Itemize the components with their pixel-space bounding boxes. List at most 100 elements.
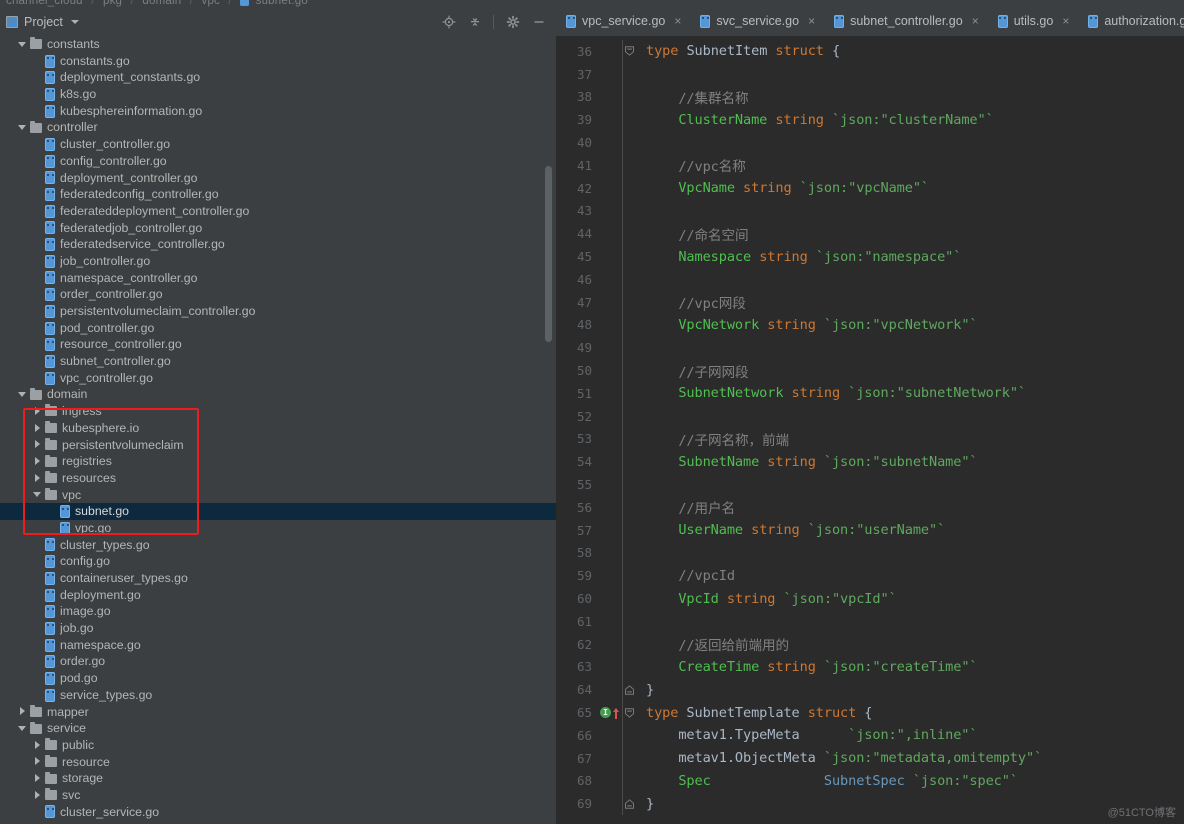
tree-file-deployment-controller-go[interactable]: deployment_controller.go	[0, 170, 556, 187]
breadcrumb-seg-0[interactable]: channel_cloud	[6, 0, 83, 7]
tree-file-config-controller-go[interactable]: config_controller.go	[0, 153, 556, 170]
code-line[interactable]: 45 Namespace string `json:"namespace"`	[556, 245, 1184, 268]
code-line[interactable]: 66 metav1.TypeMeta `json:",inline"`	[556, 723, 1184, 747]
project-tree-scrollbar[interactable]	[545, 166, 552, 342]
fold-gutter[interactable]	[622, 746, 637, 770]
fold-gutter[interactable]	[622, 85, 637, 109]
gutter-markers[interactable]	[600, 542, 622, 565]
gutter-markers[interactable]	[600, 747, 622, 770]
breadcrumb-file[interactable]: subnet.go	[256, 0, 308, 7]
tree-file-order-go[interactable]: order.go	[0, 653, 556, 670]
editor-tab[interactable]: utils.go ×	[987, 8, 1079, 36]
code-line[interactable]: 41 //vpc名称	[556, 153, 1184, 177]
gutter-markers[interactable]	[600, 359, 622, 382]
settings-gear-icon[interactable]	[505, 15, 520, 30]
gutter-markers[interactable]	[600, 108, 622, 131]
code-line[interactable]: 68 Spec SubnetSpec `json:"spec"`	[556, 769, 1184, 793]
code-line[interactable]: 63 CreateTime string `json:"createTime"`	[556, 655, 1184, 679]
gutter-markers[interactable]	[600, 792, 622, 815]
override-marker[interactable]: I	[600, 707, 620, 719]
fold-gutter[interactable]	[622, 541, 637, 565]
hide-panel-icon[interactable]	[531, 15, 546, 30]
gutter-markers[interactable]	[600, 678, 622, 701]
code-line[interactable]: 36 type SubnetItem struct {	[556, 40, 1184, 63]
fold-gutter[interactable]	[622, 153, 637, 177]
tree-file-k8s-go[interactable]: k8s.go	[0, 86, 556, 103]
tree-file-order-controller-go[interactable]: order_controller.go	[0, 286, 556, 303]
fold-gutter[interactable]	[622, 359, 637, 382]
chevron-down-icon[interactable]	[33, 490, 42, 499]
tree-folder-storage[interactable]: storage	[0, 770, 556, 787]
fold-gutter[interactable]	[622, 655, 637, 679]
tree-file-pod-go[interactable]: pod.go	[0, 670, 556, 687]
code-line[interactable]: 46	[556, 267, 1184, 291]
fold-gutter[interactable]	[622, 313, 637, 337]
gutter-markers[interactable]	[600, 222, 622, 245]
fold-gutter[interactable]	[622, 792, 637, 816]
tree-file-subnet-controller-go[interactable]: subnet_controller.go	[0, 353, 556, 370]
code-line[interactable]: 43	[556, 199, 1184, 223]
tree-file-persistentvolumeclaim-controller-go[interactable]: persistentvolumeclaim_controller.go	[0, 303, 556, 320]
code-line[interactable]: 59 //vpcId	[556, 564, 1184, 588]
fold-expand-icon[interactable]	[624, 684, 635, 695]
tree-file-federatedjob-controller-go[interactable]: federatedjob_controller.go	[0, 220, 556, 237]
tree-file-kubesphereinformation-go[interactable]: kubesphereinformation.go	[0, 103, 556, 120]
tree-file-vpc-controller-go[interactable]: vpc_controller.go	[0, 370, 556, 387]
gutter-markers[interactable]: I	[600, 701, 622, 724]
fold-gutter[interactable]	[622, 632, 637, 656]
fold-gutter[interactable]	[622, 62, 637, 86]
code-line[interactable]: 44 //命名空间	[556, 222, 1184, 246]
code-line[interactable]: 42 VpcName string `json:"vpcName"`	[556, 176, 1184, 200]
tree-file-config-go[interactable]: config.go	[0, 553, 556, 570]
code-line[interactable]: 65 Itype SubnetTemplate struct {	[556, 701, 1184, 724]
fold-gutter[interactable]	[622, 404, 637, 428]
gutter-markers[interactable]	[600, 473, 622, 496]
tree-file-federatedservice-controller-go[interactable]: federatedservice_controller.go	[0, 236, 556, 253]
fold-gutter[interactable]	[622, 176, 637, 200]
implemented-interface-icon[interactable]: I	[600, 707, 611, 718]
fold-collapse-icon[interactable]	[624, 46, 635, 57]
tree-file-deployment-go[interactable]: deployment.go	[0, 587, 556, 604]
chevron-down-icon[interactable]	[70, 20, 79, 24]
chevron-right-icon[interactable]	[18, 707, 27, 716]
close-icon[interactable]: ×	[808, 15, 815, 27]
chevron-down-icon[interactable]	[18, 390, 27, 399]
tree-folder-service[interactable]: service	[0, 720, 556, 737]
gutter-markers[interactable]	[600, 382, 622, 405]
tree-file-pod-controller-go[interactable]: pod_controller.go	[0, 320, 556, 337]
chevron-right-icon[interactable]	[33, 440, 42, 449]
code-line[interactable]: 39 ClusterName string `json:"clusterName…	[556, 108, 1184, 132]
code-lines[interactable]: 36 type SubnetItem struct {37 38 //集群名称 39 …	[556, 36, 1184, 824]
gutter-markers[interactable]	[600, 131, 622, 154]
fold-gutter[interactable]	[622, 290, 637, 314]
tree-folder-mapper[interactable]: mapper	[0, 704, 556, 721]
tree-file-resource-controller-go[interactable]: resource_controller.go	[0, 336, 556, 353]
fold-gutter[interactable]	[622, 678, 637, 702]
fold-gutter[interactable]	[622, 723, 637, 747]
fold-gutter[interactable]	[622, 108, 637, 132]
code-line[interactable]: 49	[556, 336, 1184, 360]
chevron-down-icon[interactable]	[18, 40, 27, 49]
tree-folder-domain[interactable]: domain	[0, 386, 556, 403]
project-title-group[interactable]: Project	[6, 15, 79, 29]
code-line[interactable]: 69}	[556, 792, 1184, 816]
editor-tab[interactable]: subnet_controller.go ×	[824, 8, 988, 36]
chevron-right-icon[interactable]	[33, 774, 42, 783]
tree-folder-resource[interactable]: resource	[0, 754, 556, 771]
code-editor[interactable]: 36 type SubnetItem struct {37 38 //集群名称 39 …	[556, 36, 1184, 824]
tree-file-vpc-go[interactable]: vpc.go	[0, 520, 556, 537]
breadcrumb[interactable]: channel_cloud / pkg / domain / vpc / sub…	[6, 0, 308, 7]
tree-file-deployment-constants-go[interactable]: deployment_constants.go	[0, 69, 556, 86]
fold-gutter[interactable]	[622, 427, 637, 451]
tree-file-namespace-controller-go[interactable]: namespace_controller.go	[0, 270, 556, 287]
close-icon[interactable]: ×	[972, 15, 979, 27]
gutter-markers[interactable]	[600, 40, 622, 63]
fold-gutter[interactable]	[622, 587, 637, 610]
tree-folder-resources[interactable]: resources	[0, 470, 556, 487]
fold-gutter[interactable]	[622, 473, 637, 496]
fold-gutter[interactable]	[622, 222, 637, 246]
fold-collapse-icon[interactable]	[624, 707, 635, 718]
gutter-markers[interactable]	[600, 314, 622, 337]
gutter-markers[interactable]	[600, 519, 622, 542]
tree-file-containeruser-types-go[interactable]: containeruser_types.go	[0, 570, 556, 587]
